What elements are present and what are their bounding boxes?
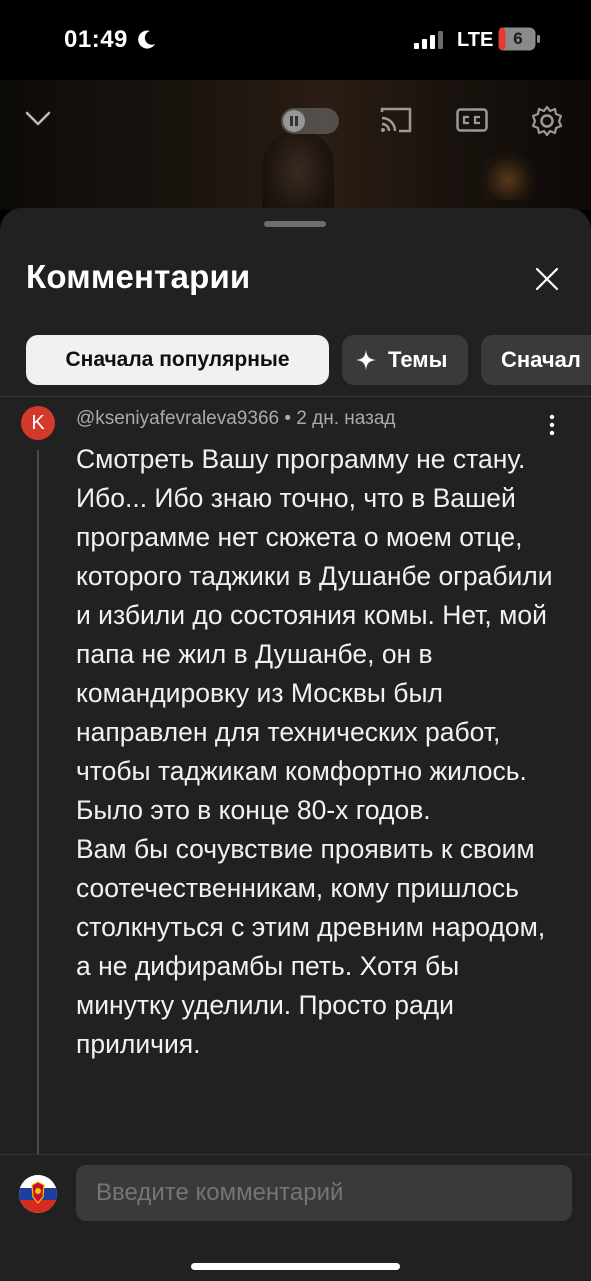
- comment-meta: @kseniyafevraleva9366 • 2 дн. назад: [76, 408, 396, 430]
- chevron-down-icon[interactable]: [24, 108, 52, 128]
- filter-chip-popular[interactable]: Сначала популярные: [26, 335, 329, 385]
- avatar[interactable]: K: [21, 406, 55, 440]
- thread-line: [37, 450, 39, 1156]
- comment-input[interactable]: [76, 1165, 572, 1221]
- comment-time: 2 дн. назад: [296, 408, 396, 429]
- sparkle-icon: [356, 350, 376, 370]
- pause-icon: [283, 110, 305, 132]
- home-indicator[interactable]: [191, 1263, 400, 1270]
- drag-handle[interactable]: [264, 221, 326, 227]
- pause-toggle[interactable]: [281, 108, 339, 134]
- panel-title: Комментарии: [26, 258, 251, 295]
- cast-icon[interactable]: [379, 106, 413, 134]
- divider: [0, 396, 591, 397]
- meta-separator: •: [279, 408, 297, 429]
- signal-bars-icon: [414, 31, 443, 49]
- battery-level: 6: [513, 29, 523, 48]
- comment-author[interactable]: @kseniyafevraleva9366: [76, 408, 279, 429]
- more-options-icon[interactable]: [548, 414, 556, 436]
- network-type: LTE: [457, 29, 494, 51]
- filter-chip-topics[interactable]: Темы: [342, 335, 468, 385]
- captions-icon[interactable]: [456, 108, 488, 132]
- comment-text: Смотреть Вашу программу не стану. Ибо...…: [76, 444, 553, 1059]
- video-frame-person: [262, 130, 334, 210]
- filter-chip-newest[interactable]: Сначал: [481, 335, 591, 385]
- filter-chip-label: Темы: [388, 347, 448, 372]
- status-bar: 01:49 LTE 6: [0, 0, 591, 80]
- comments-sheet: Комментарии Сначала популярные Темы Снач…: [0, 208, 591, 1281]
- video-frame-lamp: [478, 150, 538, 200]
- status-time: 01:49: [64, 26, 128, 53]
- close-icon[interactable]: [534, 266, 560, 292]
- moon-icon: [138, 30, 155, 49]
- settings-gear-icon[interactable]: [530, 104, 564, 138]
- video-player[interactable]: [0, 80, 591, 210]
- comment-composer: [0, 1154, 591, 1281]
- user-avatar[interactable]: [19, 1175, 57, 1213]
